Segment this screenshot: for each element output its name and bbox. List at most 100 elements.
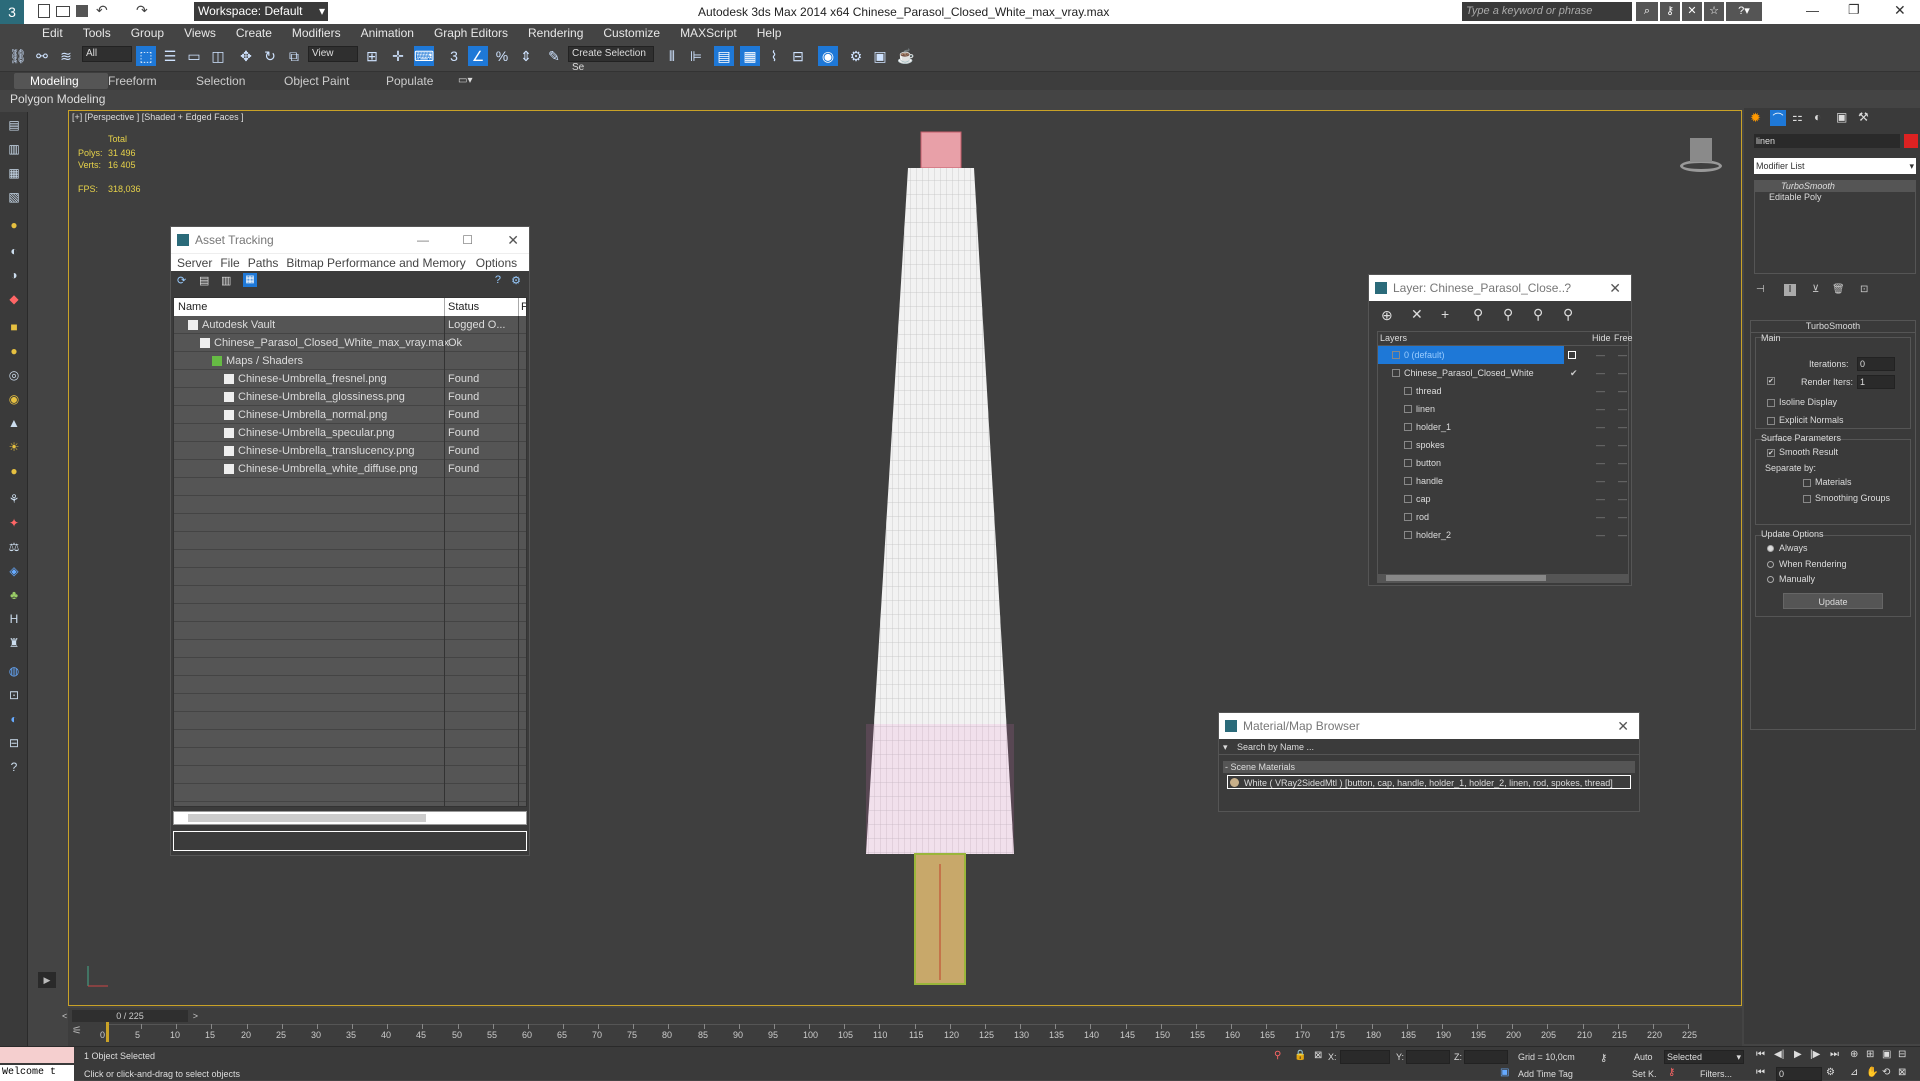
smoothing-groups-checkbox[interactable] xyxy=(1803,495,1811,503)
layer-row[interactable]: handle — — xyxy=(1378,472,1628,490)
menu-create[interactable]: Create xyxy=(226,24,282,40)
sphere-icon[interactable]: ● xyxy=(5,342,23,360)
y-coord-field[interactable] xyxy=(1406,1050,1450,1064)
current-layer-icon[interactable] xyxy=(1568,351,1576,359)
layer-row[interactable]: linen — — xyxy=(1378,400,1628,418)
layer-row[interactable]: holder_1 — — xyxy=(1378,418,1628,436)
smooth-result-checkbox[interactable]: ✔ xyxy=(1767,449,1775,457)
help-icon[interactable]: ?▾ xyxy=(1726,2,1762,21)
asset-menu-file[interactable]: File xyxy=(220,256,239,270)
time-slider[interactable]: < 0 / 225 > xyxy=(62,1010,198,1022)
window-crossing-icon[interactable]: ◫ xyxy=(208,46,228,66)
menu-maxscript[interactable]: MAXScript xyxy=(670,24,747,40)
toolbar-icon-1[interactable]: ▤ xyxy=(5,116,23,134)
selection-lock-icon[interactable]: ⚲ xyxy=(1274,1050,1281,1061)
open-mini-curve-editor-icon[interactable]: ⚟ xyxy=(72,1024,92,1040)
zoom-all-icon[interactable]: ⊞ xyxy=(1866,1049,1874,1060)
zoom-extents-all-icon[interactable]: ⊟ xyxy=(1898,1049,1906,1060)
table-row[interactable]: Chinese-Umbrella_translucency.png Found xyxy=(174,442,526,460)
unlink-icon[interactable]: ⚯ xyxy=(32,46,52,66)
schematic-view-icon[interactable]: ⊟ xyxy=(788,46,808,66)
configure-icon[interactable]: ⊡ xyxy=(1860,284,1868,295)
lock-icon[interactable]: 🔒 xyxy=(1294,1050,1306,1061)
go-to-start-icon[interactable]: ⏮ xyxy=(1756,1049,1765,1060)
percent-snap-icon[interactable]: % xyxy=(492,46,512,66)
toolbar-icon-13[interactable]: H xyxy=(5,610,23,628)
render-iters-field[interactable]: 1 xyxy=(1857,375,1895,389)
toolbar-icon-19[interactable]: ? xyxy=(5,758,23,776)
minimize-icon[interactable]: — xyxy=(1806,3,1819,18)
layer-row[interactable]: thread — — xyxy=(1378,382,1628,400)
display-tab-icon[interactable]: ▣ xyxy=(1836,110,1847,124)
col-hide[interactable]: Hide xyxy=(1592,333,1611,343)
set-key-icon[interactable]: ⚷ xyxy=(1600,1053,1607,1064)
toolbar-icon-18[interactable]: ⊟ xyxy=(5,734,23,752)
search-input[interactable]: Type a keyword or phrase xyxy=(1462,2,1632,21)
asset-path-field[interactable] xyxy=(173,831,527,851)
menu-help[interactable]: Help xyxy=(747,24,792,40)
table-row[interactable]: Chinese-Umbrella_specular.png Found xyxy=(174,424,526,442)
layer-row[interactable]: spokes — — xyxy=(1378,436,1628,454)
freeze-toggle[interactable]: — xyxy=(1618,418,1627,436)
reference-coord-dropdown[interactable]: View xyxy=(308,46,358,62)
minimize-icon[interactable]: — xyxy=(417,227,429,253)
play-icon[interactable]: ▶ xyxy=(1794,1049,1802,1060)
layer-row[interactable]: holder_2 — — xyxy=(1378,526,1628,544)
time-config-icon[interactable]: ⚙ xyxy=(1826,1067,1835,1078)
table-row[interactable]: Maps / Shaders xyxy=(174,352,526,370)
menu-views[interactable]: Views xyxy=(174,24,226,40)
freeze-toggle[interactable]: — xyxy=(1618,346,1627,364)
zoom-extents-icon[interactable]: ▣ xyxy=(1882,1049,1891,1060)
freeze-toggle[interactable]: — xyxy=(1618,400,1627,418)
add-time-tag[interactable]: Add Time Tag xyxy=(1518,1069,1573,1079)
col-name[interactable]: Name xyxy=(178,298,207,316)
scale-icon[interactable]: ⧉ xyxy=(284,46,304,66)
align-icon[interactable]: ⊫ xyxy=(686,46,706,66)
freeze-toggle[interactable]: — xyxy=(1618,490,1627,508)
named-selection-dropdown[interactable]: Create Selection Se xyxy=(568,46,654,73)
rotate-icon[interactable]: ↻ xyxy=(260,46,280,66)
menu-tools[interactable]: Tools xyxy=(73,24,121,40)
hierarchy-tab-icon[interactable]: ⚏ xyxy=(1792,110,1803,124)
field-of-view-icon[interactable]: ⊿ xyxy=(1850,1067,1858,1078)
when-rendering-radio[interactable] xyxy=(1767,561,1774,568)
layer-row[interactable]: 0 (default) — — xyxy=(1378,346,1627,364)
menu-edit[interactable]: Edit xyxy=(32,24,73,40)
key-mode-icon[interactable]: ⏮ xyxy=(1756,1067,1765,1078)
layer-row[interactable]: cap — — xyxy=(1378,490,1628,508)
workspace-dropdown[interactable]: Workspace: Default ▾ xyxy=(194,2,328,21)
remove-modifier-icon[interactable]: 🗑 xyxy=(1832,284,1845,295)
freeze-toggle[interactable]: — xyxy=(1618,526,1627,544)
hide-toggle[interactable]: — xyxy=(1596,508,1605,526)
close-icon[interactable]: ✕ xyxy=(1617,713,1629,739)
menu-modifiers[interactable]: Modifiers xyxy=(282,24,351,40)
cone-icon[interactable]: ▲ xyxy=(5,414,23,432)
create-tab-icon[interactable]: ✹ xyxy=(1750,110,1761,126)
menu-group[interactable]: Group xyxy=(121,24,174,40)
isoline-checkbox[interactable] xyxy=(1767,399,1775,407)
toolbar-icon-11[interactable]: ◈ xyxy=(5,562,23,580)
material-browser-titlebar[interactable]: Material/Map Browser ✕ xyxy=(1219,713,1639,739)
add-to-layer-icon[interactable]: + xyxy=(1441,306,1449,322)
table-row[interactable]: Chinese_Parasol_Closed_White_max_vray.ma… xyxy=(174,334,526,352)
render-setup-icon[interactable]: ⚙ xyxy=(846,46,866,66)
ribbon-tab-object-paint[interactable]: Object Paint xyxy=(284,74,349,88)
toolbar-icon-14[interactable]: ♜ xyxy=(5,634,23,652)
render-production-icon[interactable]: ☕ xyxy=(896,46,916,66)
edit-named-sel-icon[interactable]: ✎ xyxy=(544,46,564,66)
current-frame-field[interactable]: 0 xyxy=(1776,1067,1822,1081)
asset-menu-server[interactable]: Server xyxy=(177,256,212,270)
layer-row[interactable]: rod — — xyxy=(1378,508,1628,526)
parasol-model[interactable] xyxy=(850,124,1020,990)
help-icon[interactable]: ? xyxy=(495,274,501,286)
toolbar-icon-4[interactable]: ▧ xyxy=(5,188,23,206)
toolbar-icon-8[interactable]: ⚘ xyxy=(5,490,23,508)
box-icon[interactable]: ■ xyxy=(5,318,23,336)
toolbar-icon-2[interactable]: ▥ xyxy=(5,140,23,158)
table-icon[interactable]: ▥ xyxy=(221,274,231,287)
show-end-result-icon[interactable]: I xyxy=(1784,284,1796,296)
menu-graph-editors[interactable]: Graph Editors xyxy=(424,24,518,40)
save-icon[interactable] xyxy=(76,5,88,17)
material-item[interactable]: White ( VRay2SidedMtl ) [button, cap, ha… xyxy=(1227,775,1631,789)
previous-frame-icon[interactable]: ◀| xyxy=(1774,1049,1784,1060)
